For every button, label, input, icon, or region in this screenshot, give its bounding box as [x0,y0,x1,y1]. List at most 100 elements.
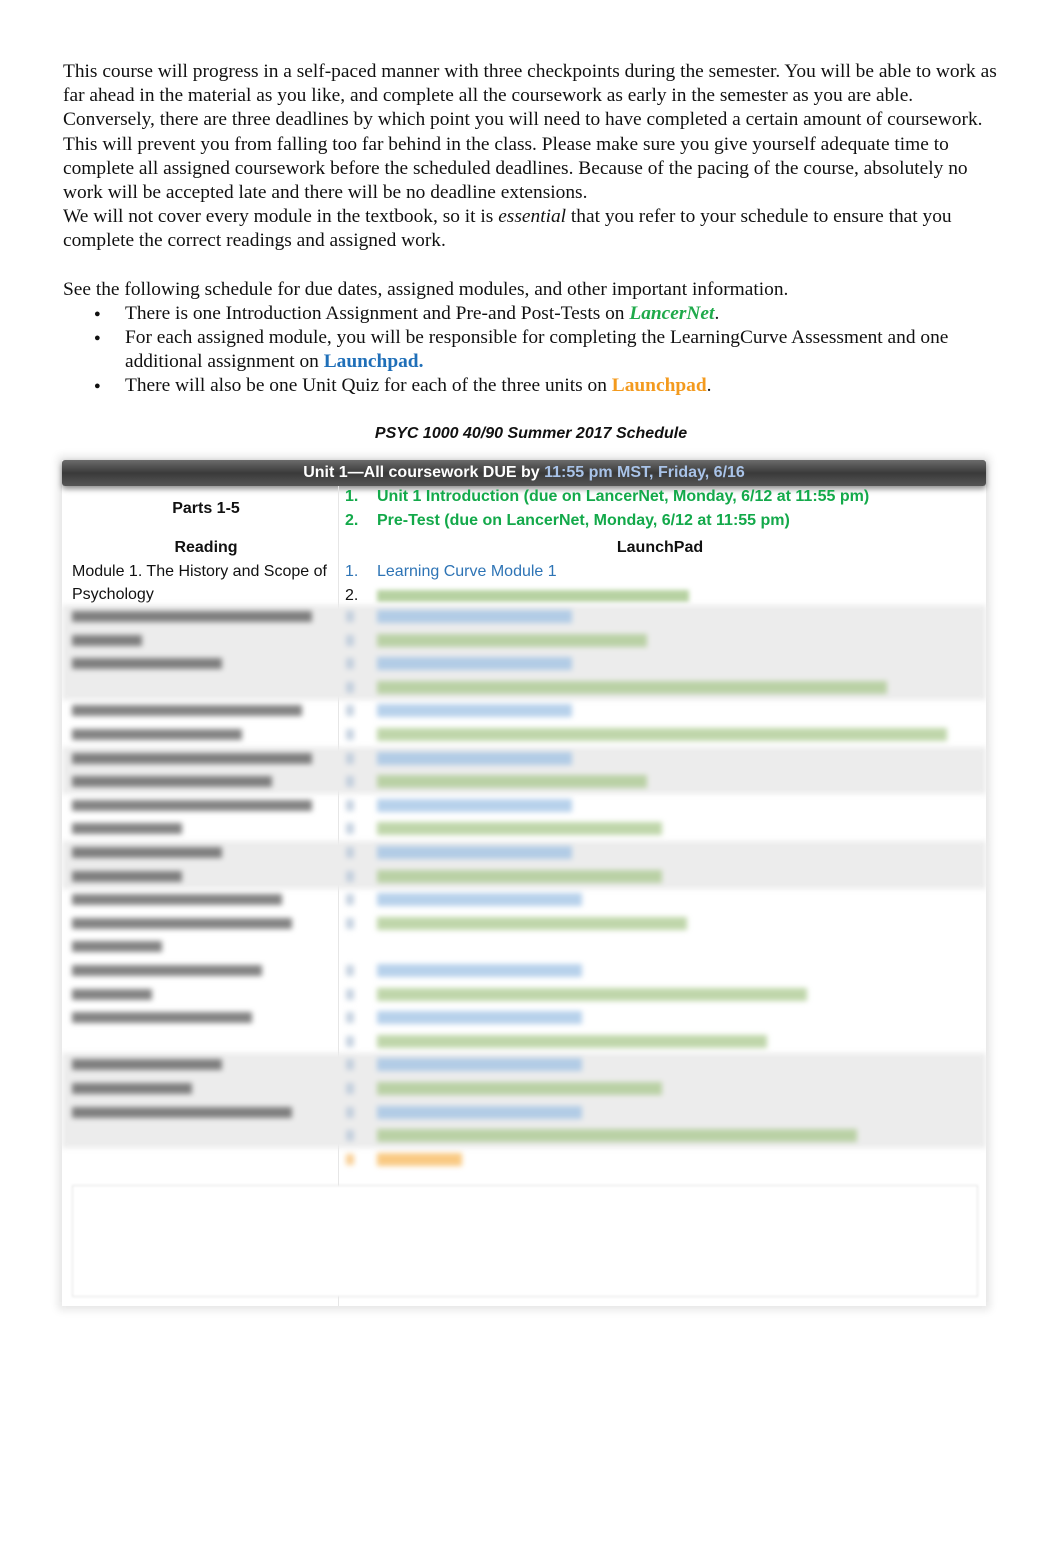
obscured-item-text [377,680,887,694]
obscured-item-number [346,752,354,764]
obscured-item-number [346,1130,354,1142]
obscured-item-number [346,847,354,858]
obscured-reading-text [72,799,312,811]
obscured-row [62,817,986,841]
obscured-item-number [346,823,354,835]
item-text: Unit 1 Introduction (due on LancerNet, M… [377,488,870,505]
obscured-item-number [346,988,354,1000]
obscured-row [62,1100,986,1125]
obscured-reading-text [72,729,242,740]
obscured-reading-text [72,752,312,764]
obscured-row [62,1077,986,1101]
obscured-item-text [377,704,572,718]
obscured-item-number [346,658,354,670]
schedule-table: Unit 1—All coursework DUE by 11:55 pm MS… [62,460,986,1306]
obscured-reading-text [72,823,182,835]
obscured-item-number [346,917,354,929]
item-number: 1. [345,563,359,580]
obscured-reading-text [72,658,222,670]
launchpad-highlight: Launchpad [611,375,707,397]
obscured-reading-text [72,1059,222,1071]
obscured-item-number [346,1106,354,1118]
module-1-list: 1. Learning Curve Module 1 2. [345,560,689,608]
obscured-reading-text [72,941,162,953]
obscured-row [62,628,986,653]
obscured-item-text [377,916,687,930]
bullet-list: There is one Introduction Assignment and… [63,302,1008,399]
unit-due-date: 11:55 pm MST, Friday, 6/16 [544,464,745,481]
launchpad-highlight: Launchpad. [323,351,424,373]
obscured-item-text [377,1082,662,1095]
intro-paragraph-2: We will not cover every module in the te… [63,205,1008,253]
obscured-item-text [377,893,582,907]
obscured-row [62,983,986,1007]
obscured-item-text [377,775,647,789]
obscured-row [62,959,986,983]
obscured-item-text [377,1058,582,1072]
obscured-item-text [377,1105,582,1119]
obscured-item-text [377,728,947,741]
obscured-row [62,1148,986,1172]
obscured-item-number [346,611,354,622]
obscured-item-text [377,964,582,977]
column-header-launchpad: LaunchPad [616,539,704,556]
obscured-row [62,794,986,818]
obscured-reading-text [72,634,142,646]
parts-item: 2. Pre-Test (due on LancerNet, Monday, 6/… [345,509,869,533]
emphasis-text: essential [498,206,567,228]
item-number: 2. [345,587,359,604]
obscured-item-text [377,657,572,671]
obscured-item-text [377,1011,582,1025]
intro-paragraph-3: See the following schedule for due dates… [63,278,789,300]
obscured-item-number [346,799,354,811]
obscured-row [62,675,986,700]
bullet-item: There is one Introduction Assignment and… [94,302,1008,326]
bullet-suffix: . [706,375,712,397]
obscured-item-text [377,633,647,647]
bullet-text: There will also be one Unit Quiz for eac… [125,375,612,397]
column-header-reading: Reading [174,539,238,556]
schedule-title: PSYC 1000 40/90 Summer 2017 Schedule [374,425,688,442]
item-number: 2. [345,512,359,529]
obscured-row [62,1124,986,1149]
obscured-item-text [377,1034,767,1048]
obscured-item-number [346,1153,354,1165]
reading-module-1: Module 1. The History and Scope of Psych… [72,563,327,603]
obscured-item-text [377,822,662,836]
obscured-item-text [377,610,572,623]
intro-section: This course will progress in a self-pace… [63,60,1008,399]
obscured-item-number [346,1083,354,1094]
obscured-row [62,1030,986,1054]
obscured-reading-text [72,917,292,929]
parts-item: 1. Unit 1 Introduction (due on LancerNet,… [345,485,869,509]
obscured-item-number [346,894,354,906]
obscured-item-number [346,705,354,717]
obscured-reading-text [72,1106,292,1118]
bullet-item: There will also be one Unit Quiz for eac… [94,374,1008,398]
text-fragment: We will not cover every module in the te… [63,206,499,228]
obscured-row [62,699,986,723]
obscured-item-number [346,1035,354,1047]
obscured-reading-text [72,870,182,882]
lancernet-highlight: LancerNet [629,302,715,324]
obscured-row [62,841,986,865]
obscured-row [62,864,986,889]
obscured-reading-text [72,847,222,858]
obscured-reading-text [72,1012,252,1024]
obscured-reading-text [72,1083,192,1094]
item-number: 1. [345,488,359,505]
launchpad-item: 1. Learning Curve Module 1 [345,560,689,584]
obscured-row [62,912,986,936]
obscured-row [62,1006,986,1030]
obscured-row [62,605,986,629]
obscured-row [62,888,986,912]
obscured-reading-text [72,988,152,1000]
obscured-item-text [377,987,807,1001]
obscured-item-text [377,869,662,883]
item-text: Pre-Test (due on LancerNet, Monday, 6/12… [377,512,790,529]
unit-header: Unit 1—All coursework DUE by 11:55 pm MS… [62,460,986,486]
obscured-item-text [377,751,572,765]
obscured-text [377,589,689,602]
obscured-reading-text [72,965,262,976]
obscured-row [62,723,986,747]
